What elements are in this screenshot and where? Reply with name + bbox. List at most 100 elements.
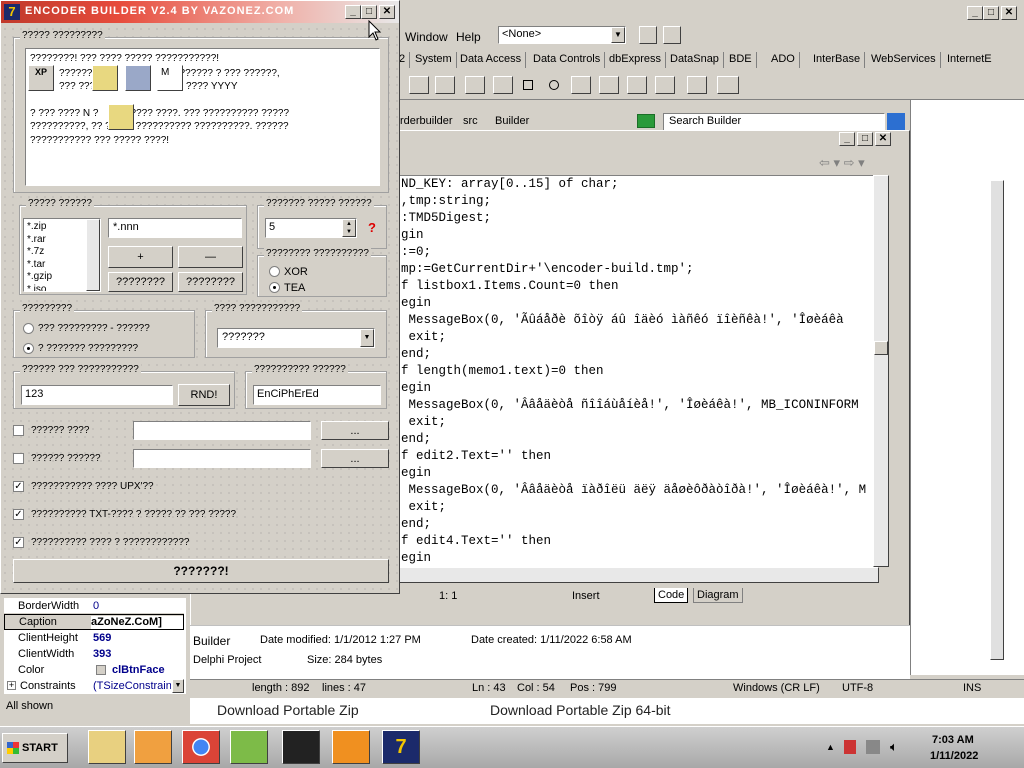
menu-window[interactable]: Window — [405, 30, 448, 44]
opt1-path-input[interactable] — [133, 421, 311, 440]
search-icon[interactable] — [887, 113, 905, 131]
inspector-row-constraints[interactable]: + Constraints (TSizeConstrain ▼ — [4, 678, 184, 694]
search-input[interactable]: Search Builder — [663, 113, 885, 131]
builder-close-button[interactable]: ✕ — [379, 5, 395, 19]
start-button[interactable]: START — [2, 733, 68, 763]
marker-input[interactable]: EnCiPhErEd — [253, 385, 381, 405]
log-checkbox[interactable]: ✓ — [13, 537, 24, 548]
opt1-browse-button[interactable]: ... — [321, 421, 389, 440]
build-button[interactable]: ???????! — [13, 559, 389, 583]
chevron-down-icon[interactable]: ▼ — [172, 679, 184, 693]
combobox-component-icon[interactable] — [599, 76, 619, 94]
opt2-path-input[interactable] — [133, 449, 311, 468]
memo-component-icon[interactable] — [465, 76, 485, 94]
label-component-icon[interactable] — [409, 76, 429, 94]
tray-volume-icon[interactable]: 🔈︎ — [890, 739, 898, 755]
mask-input[interactable]: *.nnn — [108, 218, 242, 238]
add-mask-button[interactable]: + — [108, 246, 173, 268]
right-scrollbar[interactable] — [990, 180, 1004, 660]
palette-tab-data-controls[interactable]: Data Controls — [529, 52, 606, 68]
search-magnifier-icon[interactable] — [332, 730, 370, 764]
palette-tab-ado[interactable]: ADO — [767, 52, 800, 68]
rnd-button[interactable]: RND! — [178, 384, 230, 406]
toolbar-icon-a[interactable] — [639, 26, 657, 44]
breadcrumb-rderbuilder[interactable]: rderbuilder — [400, 115, 453, 127]
encoder-app-icon[interactable]: 7 — [382, 730, 420, 764]
builder-minimize-button[interactable]: _ — [345, 5, 361, 19]
tea-radio[interactable] — [269, 282, 280, 293]
code-vscroll[interactable] — [873, 175, 889, 567]
button-component-icon[interactable] — [493, 76, 513, 94]
tray-security-icon[interactable] — [844, 740, 856, 754]
media-player-icon[interactable] — [134, 730, 172, 764]
toolbar-icon-b[interactable] — [663, 26, 681, 44]
groupbox-component-icon[interactable] — [655, 76, 675, 94]
checkbox-component-icon[interactable] — [523, 80, 533, 90]
nav-arrows[interactable]: ⇦ ▾ ⇨ ▾ — [819, 155, 865, 171]
mask-action-button-1[interactable]: ???????? — [108, 272, 173, 292]
panel-component-icon[interactable] — [687, 76, 707, 94]
radio-component-icon[interactable] — [549, 80, 559, 90]
builder-title-bar[interactable]: 7 ENCODER BUILDER V2.4 BY VAZONEZ.COM _ … — [1, 1, 399, 23]
chrome-icon[interactable] — [182, 730, 220, 764]
key-input[interactable]: 123 — [21, 385, 173, 405]
code-scroll-thumb[interactable] — [874, 341, 888, 355]
download-portable-zip-64-link[interactable]: Download Portable Zip 64-bit — [490, 702, 671, 718]
inspector-row-color[interactable]: Color clBtnFace — [4, 662, 184, 678]
palette-tab-system[interactable]: System — [411, 52, 457, 68]
inspector-row-caption[interactable]: Caption aZoNeZ.CoM] — [4, 614, 184, 630]
inspector-row-clientheight[interactable]: ClientHeight 569 — [4, 630, 184, 646]
clock-time[interactable]: 7:03 AM — [932, 734, 974, 746]
menu-help[interactable]: Help — [456, 30, 481, 44]
download-portable-zip-link[interactable]: Download Portable Zip — [217, 702, 359, 718]
inspector-row-clientwidth[interactable]: ClientWidth 393 — [4, 646, 184, 662]
inspector-row-borderwidth[interactable]: BorderWidth 0 — [4, 598, 184, 614]
explorer-folder-icon[interactable] — [88, 730, 126, 764]
help-question-icon[interactable]: ? — [368, 220, 376, 235]
expand-plus-icon[interactable]: + — [7, 681, 16, 690]
txt-checkbox[interactable]: ✓ — [13, 509, 24, 520]
console-icon[interactable] — [282, 730, 320, 764]
mode-radio-1[interactable] — [23, 323, 34, 334]
scrollbar-component-icon[interactable] — [627, 76, 647, 94]
notepad-icon[interactable] — [230, 730, 268, 764]
tab-code[interactable]: Code — [654, 588, 689, 603]
opt2-checkbox[interactable] — [13, 453, 24, 464]
ide-maximize-button[interactable]: □ — [983, 6, 999, 20]
breadcrumb-builder[interactable]: Builder — [495, 115, 529, 127]
type-select[interactable]: ??????? ▼ — [217, 328, 375, 348]
listbox-component-icon[interactable] — [571, 76, 591, 94]
editor-minimize-button[interactable]: _ — [839, 132, 855, 146]
spin-arrows-icon[interactable]: ▲ ▼ — [342, 219, 356, 237]
upx-checkbox[interactable]: ✓ — [13, 481, 24, 492]
tab-diagram[interactable]: Diagram — [693, 588, 743, 603]
masks-scrollbar[interactable] — [86, 219, 100, 291]
masks-listbox[interactable]: *.zip *.rar *.7z *.tar *.gzip *.iso — [23, 218, 101, 292]
palette-tab-datasnap[interactable]: DataSnap — [666, 52, 724, 68]
xor-radio[interactable] — [269, 266, 280, 277]
palette-tab-webservices[interactable]: WebServices — [867, 52, 941, 68]
ide-minimize-button[interactable]: _ — [967, 6, 983, 20]
tray-arrow-icon[interactable]: ▲ — [826, 742, 835, 752]
opt1-checkbox[interactable] — [13, 425, 24, 436]
mask-action-button-2[interactable]: ???????? — [178, 272, 243, 292]
builder-maximize-button[interactable]: □ — [361, 5, 377, 19]
editor-maximize-button[interactable]: □ — [857, 132, 873, 146]
tray-network-icon[interactable] — [866, 740, 880, 754]
config-select[interactable]: <None> ▼ — [498, 26, 626, 44]
palette-tab-dbexpress[interactable]: dbExpress — [605, 52, 666, 68]
actionlist-component-icon[interactable] — [717, 76, 739, 94]
count-spin-input[interactable]: 5 ▲ ▼ — [265, 218, 357, 238]
ide-close-button[interactable]: ✕ — [1001, 6, 1017, 20]
edit-component-icon[interactable] — [435, 76, 455, 94]
remove-mask-button[interactable]: — — [178, 246, 243, 268]
opt2-browse-button[interactable]: ... — [321, 449, 389, 468]
mode-radio-2[interactable] — [23, 343, 34, 354]
code-area[interactable]: ND_KEY: array[0..15] of char; ,tmp:string… — [399, 175, 887, 567]
palette-tab-data-access[interactable]: Data Access — [456, 52, 527, 68]
palette-tab-internet[interactable]: InternetE — [943, 52, 996, 68]
refresh-icon[interactable] — [637, 114, 655, 128]
breadcrumb-src[interactable]: src — [463, 115, 478, 127]
palette-tab-bde[interactable]: BDE — [725, 52, 757, 68]
editor-close-button[interactable]: ✕ — [875, 132, 891, 146]
